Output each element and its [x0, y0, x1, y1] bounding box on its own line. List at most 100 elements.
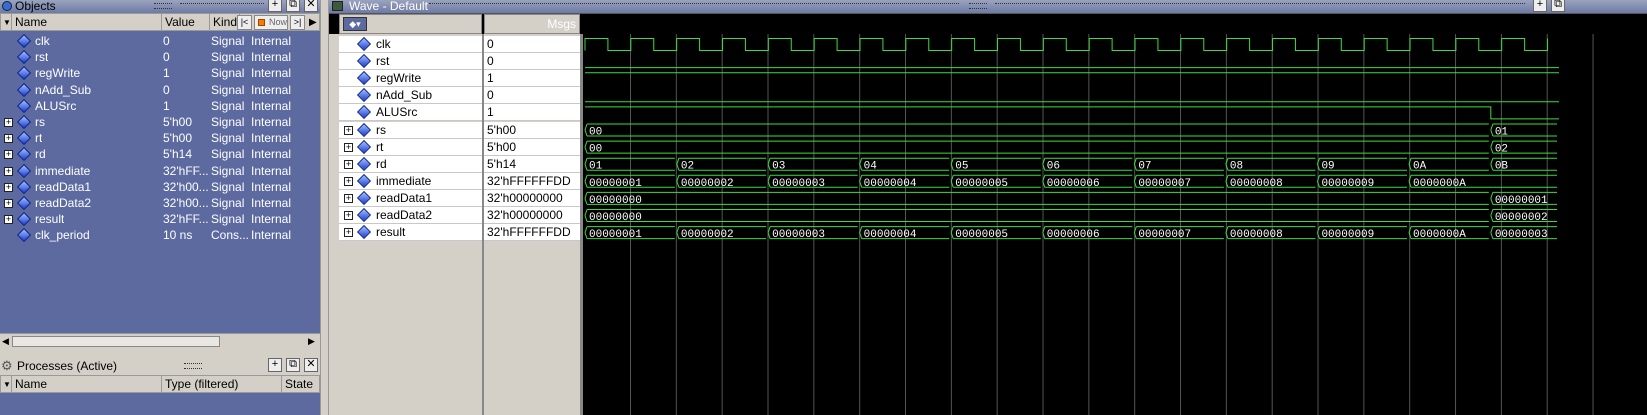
- sort-icon[interactable]: ▼: [1, 376, 12, 394]
- object-row[interactable]: regWrite 1 Signal Internal: [0, 65, 316, 81]
- wave-signal-row[interactable]: + result: [339, 224, 482, 242]
- bus-value-label: 0B: [1495, 161, 1509, 173]
- objects-titlebar[interactable]: Objects + ⧉ ✕: [0, 0, 320, 14]
- col-state[interactable]: State: [282, 376, 321, 394]
- object-value: 5'h00: [163, 115, 192, 129]
- float-icon[interactable]: ⧉: [286, 358, 300, 372]
- add-icon[interactable]: +: [268, 358, 282, 372]
- object-value: 10 ns: [163, 228, 193, 243]
- wave-signal-row[interactable]: + immediate: [339, 172, 482, 190]
- jump-back-icon[interactable]: |<: [237, 15, 252, 30]
- wave-signal-row[interactable]: nAdd_Sub: [339, 87, 482, 105]
- diamond-signal-icon: [16, 147, 32, 162]
- processes-list: [0, 393, 320, 415]
- bus-value-label: 00000003: [772, 229, 825, 241]
- object-row[interactable]: clk_period 10 ns Cons... Internal: [0, 227, 316, 243]
- objects-panel: Objects + ⧉ ✕ ▼ Name Value Kind |< Now >…: [0, 0, 320, 360]
- wave-signal-row[interactable]: + readData2: [339, 207, 482, 224]
- close-icon[interactable]: ✕: [304, 358, 318, 372]
- wave-signal-row[interactable]: + readData1: [339, 189, 482, 207]
- object-row[interactable]: + readData2 32'h00... Signal Internal: [0, 195, 316, 211]
- object-row[interactable]: rst 0 Signal Internal: [0, 49, 316, 65]
- add-icon[interactable]: +: [1533, 0, 1547, 12]
- signal-menu-icon[interactable]: ◆▾: [343, 17, 367, 31]
- bus-value-label: 00000009: [1321, 229, 1374, 241]
- add-icon[interactable]: +: [268, 0, 282, 12]
- waveform-canvas[interactable]: 00 01 00 02 01 02 03 04 05 06 07 08 09 0A 0B 00000001 00…: [583, 34, 1647, 415]
- wave-signal-row[interactable]: clk: [339, 36, 482, 53]
- object-kind: Signal: [211, 179, 245, 194]
- col-type[interactable]: Type (filtered): [162, 376, 282, 394]
- object-row[interactable]: + rd 5'h14 Signal Internal: [0, 146, 316, 162]
- scroll-right-arrow[interactable]: ▶: [308, 336, 315, 347]
- scroll-thumb[interactable]: [12, 336, 220, 347]
- plus-expand-icon[interactable]: +: [344, 159, 353, 169]
- diamond-signal-icon: [356, 173, 372, 188]
- wave-left-margin: [329, 34, 339, 415]
- float-icon[interactable]: ⧉: [1551, 0, 1565, 12]
- bus-value-label: 00000008: [1230, 229, 1283, 241]
- object-value: 1: [163, 98, 170, 113]
- jump-forward-icon[interactable]: >|: [290, 15, 305, 30]
- object-row[interactable]: clk 0 Signal Internal: [0, 33, 316, 49]
- signal-value: 1: [484, 70, 580, 88]
- plus-expand-icon[interactable]: +: [344, 228, 353, 238]
- scroll-left-arrow[interactable]: ◀: [2, 336, 9, 347]
- object-value: 5'h14: [163, 147, 192, 162]
- processes-titlebar[interactable]: ⚙ Processes (Active) + ⧉ ✕: [0, 357, 320, 375]
- bus-value-label: 08: [1230, 161, 1243, 173]
- object-kind: Signal: [211, 82, 245, 97]
- object-value: 32'hFF...: [163, 163, 209, 178]
- wave-signal-row[interactable]: + rt: [339, 138, 482, 156]
- object-row[interactable]: + readData1 32'h00... Signal Internal: [0, 179, 316, 195]
- plus-expand-icon[interactable]: +: [4, 150, 13, 160]
- plus-expand-icon[interactable]: +: [4, 199, 13, 208]
- object-kind: Signal: [211, 212, 245, 227]
- object-kind: Signal: [211, 66, 245, 81]
- sort-icon[interactable]: ▼: [1, 14, 12, 32]
- scroll-right-icon[interactable]: ▶: [309, 15, 317, 31]
- wave-signal-row[interactable]: + rs: [339, 121, 482, 139]
- plus-expand-icon[interactable]: +: [4, 134, 13, 144]
- wave-signal-row[interactable]: regWrite: [339, 70, 482, 88]
- signal-value: 32'h00000000: [484, 189, 580, 207]
- plus-expand-icon[interactable]: +: [4, 215, 13, 225]
- wave-signal-row[interactable]: + rd: [339, 155, 482, 173]
- plus-expand-icon[interactable]: +: [344, 125, 353, 135]
- now-label: Now: [269, 17, 288, 27]
- plus-expand-icon[interactable]: +: [344, 211, 353, 220]
- objects-hscrollbar[interactable]: ◀ ▶: [0, 333, 320, 349]
- plus-expand-icon[interactable]: +: [4, 166, 13, 176]
- object-row[interactable]: nAdd_Sub 0 Signal Internal: [0, 82, 316, 98]
- signal-value: 32'hFFFFFFDD: [484, 224, 580, 242]
- col-kind[interactable]: Kind: [210, 14, 240, 32]
- float-icon[interactable]: ⧉: [286, 0, 300, 12]
- close-icon[interactable]: ✕: [304, 0, 318, 12]
- drag-grip[interactable]: [969, 3, 987, 9]
- wave-titlebar[interactable]: Wave - Default + ⧉: [329, 0, 1647, 14]
- diamond-signal-icon: [356, 139, 372, 154]
- diamond-signal-icon: [356, 225, 372, 240]
- plus-expand-icon[interactable]: +: [4, 182, 13, 192]
- plus-expand-icon[interactable]: +: [344, 176, 353, 186]
- drag-grip[interactable]: [184, 363, 202, 369]
- col-name[interactable]: Name: [12, 376, 162, 394]
- wave-msgs-header: Msgs: [484, 14, 580, 34]
- object-row[interactable]: + rs 5'h00 Signal Internal: [0, 114, 316, 130]
- col-value[interactable]: Value: [162, 14, 210, 32]
- object-row[interactable]: + result 32'hFF... Signal Internal: [0, 211, 316, 227]
- wave-signal-row[interactable]: ALUSrc: [339, 104, 482, 122]
- signal-value: 0: [484, 87, 580, 105]
- object-row[interactable]: ALUSrc 1 Signal Internal: [0, 98, 316, 114]
- panel-splitter[interactable]: [320, 0, 329, 415]
- col-name[interactable]: Name: [12, 14, 162, 32]
- plus-expand-icon[interactable]: +: [344, 142, 353, 152]
- bus-value-label: 00000008: [1230, 178, 1283, 190]
- plus-expand-icon[interactable]: +: [344, 193, 353, 203]
- wave-signal-row[interactable]: rst: [339, 53, 482, 71]
- object-row[interactable]: + immediate 32'hFF... Signal Internal: [0, 163, 316, 179]
- object-row[interactable]: + rt 5'h00 Signal Internal: [0, 130, 316, 146]
- object-name: readData1: [35, 179, 92, 194]
- plus-expand-icon[interactable]: +: [4, 118, 13, 127]
- drag-grip[interactable]: [154, 3, 172, 9]
